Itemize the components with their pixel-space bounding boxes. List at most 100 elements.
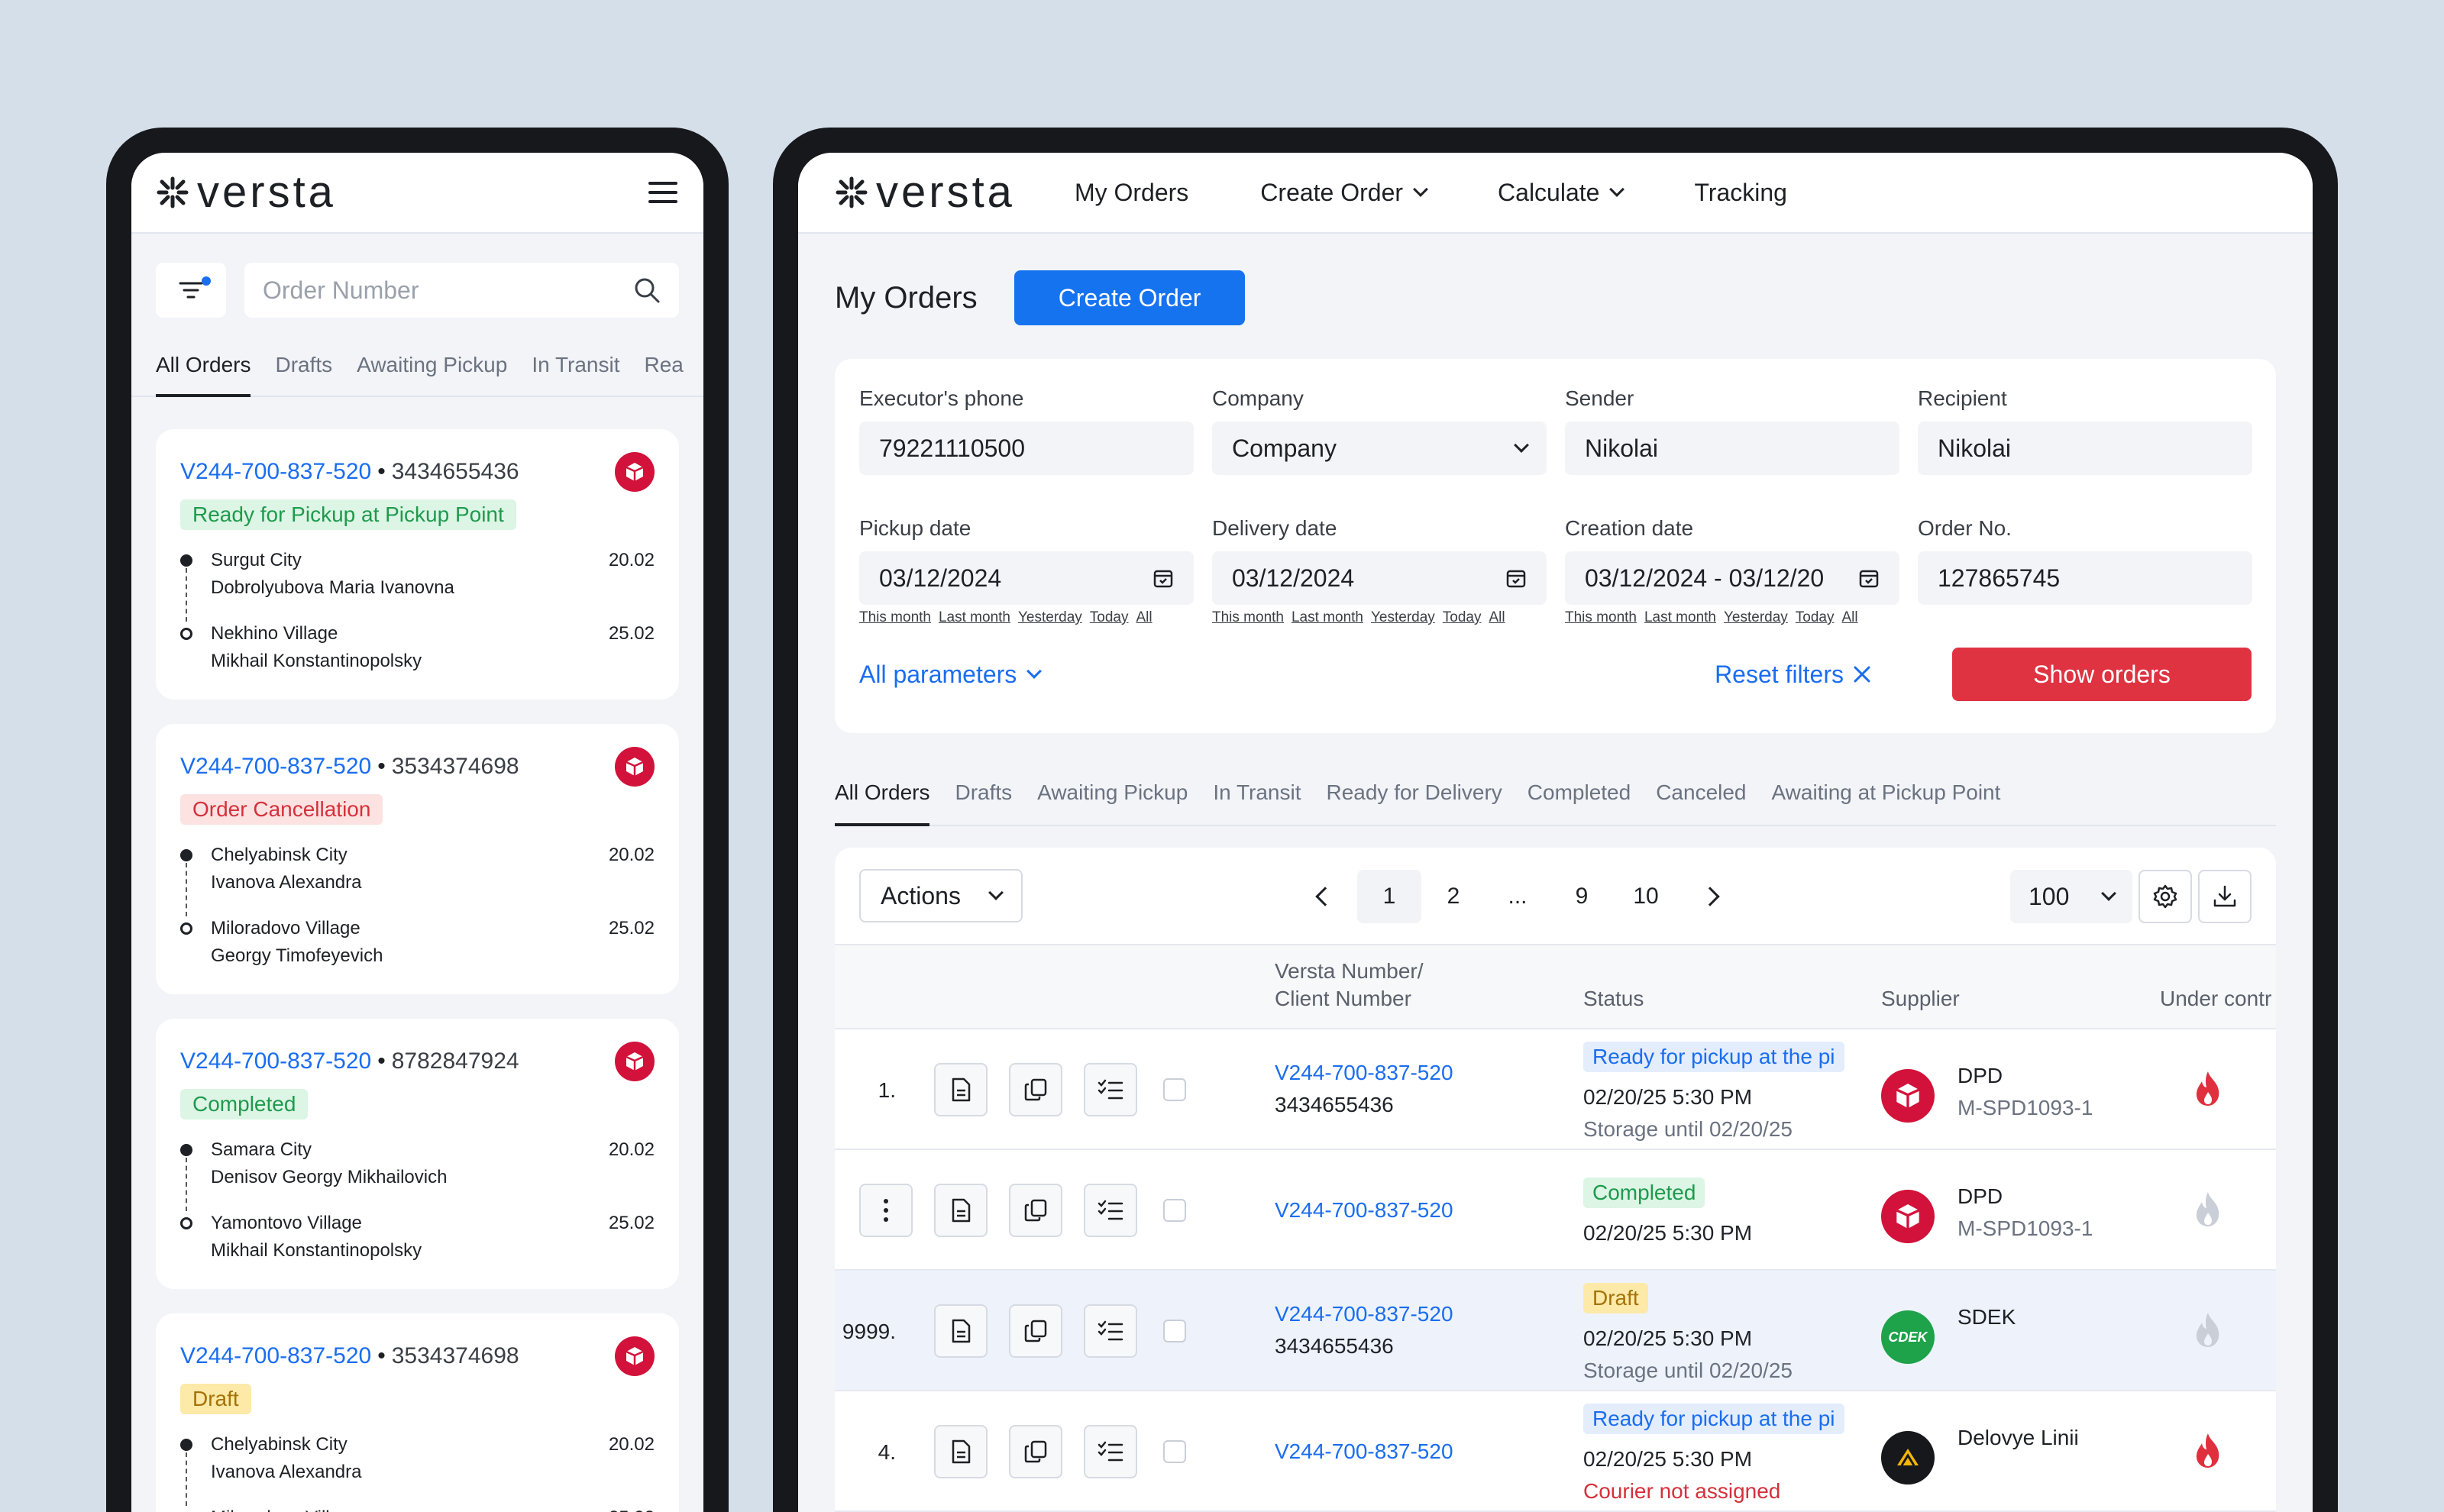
- actions-dropdown[interactable]: Actions: [859, 869, 1023, 922]
- quick-last-month[interactable]: Last month: [939, 609, 1010, 626]
- sender-input[interactable]: Nikolai: [1565, 422, 1899, 475]
- under-control-toggle[interactable]: [2191, 1310, 2225, 1354]
- create-order-button[interactable]: Create Order: [1013, 270, 1246, 325]
- quick-this-month[interactable]: This month: [1565, 609, 1637, 626]
- table-row[interactable]: V244-700-837-520 Completed 02/20/25 5:30 …: [835, 1150, 2276, 1271]
- quick-yesterday[interactable]: Yesterday: [1371, 609, 1435, 626]
- order-card[interactable]: V244-700-837-520 • 8782847924 Completed Sa…: [156, 1019, 679, 1289]
- more-options-button[interactable]: [859, 1184, 913, 1237]
- quick-all[interactable]: All: [1842, 609, 1858, 626]
- mobile-logo[interactable]: versta: [156, 170, 336, 215]
- order-number-link[interactable]: V244-700-837-520: [180, 1343, 371, 1368]
- order-number-link[interactable]: V244-700-837-520: [180, 1048, 371, 1074]
- mobile-tab-ready[interactable]: Rea: [644, 350, 683, 397]
- hamburger-menu-icon[interactable]: [648, 182, 677, 203]
- column-status[interactable]: Status: [1583, 985, 1644, 1013]
- row-checkbox[interactable]: [1163, 1320, 1186, 1342]
- tab-awaiting-at-pickup-point[interactable]: Awaiting at Pickup Point: [1772, 777, 2001, 826]
- nav-calculate[interactable]: Calculate: [1498, 179, 1625, 207]
- show-orders-button[interactable]: Show orders: [1952, 648, 2252, 701]
- checklist-button[interactable]: [1084, 1304, 1137, 1358]
- column-versta-number[interactable]: Versta Number/Client Number: [1275, 958, 1424, 1013]
- tab-completed[interactable]: Completed: [1528, 777, 1631, 826]
- copy-button[interactable]: [1009, 1304, 1062, 1358]
- per-page-select[interactable]: 100: [2010, 870, 2132, 923]
- copy-button[interactable]: [1009, 1184, 1062, 1237]
- order-number-link[interactable]: V244-700-837-520: [1275, 1298, 1453, 1330]
- row-checkbox[interactable]: [1163, 1078, 1186, 1101]
- next-page-button[interactable]: [1678, 870, 1742, 923]
- quick-today[interactable]: Today: [1443, 609, 1482, 626]
- quick-today[interactable]: Today: [1796, 609, 1835, 626]
- delivery-date-input[interactable]: 03/12/2024: [1212, 551, 1547, 605]
- order-number-link[interactable]: V244-700-837-520: [180, 459, 371, 484]
- mobile-tab-drafts[interactable]: Drafts: [275, 350, 332, 397]
- page-2[interactable]: 2: [1421, 870, 1485, 923]
- mobile-tab-awaiting-pickup[interactable]: Awaiting Pickup: [357, 350, 507, 397]
- copy-button[interactable]: [1009, 1063, 1062, 1116]
- tab-drafts[interactable]: Drafts: [955, 777, 1012, 826]
- calendar-icon[interactable]: [1152, 567, 1174, 589]
- quick-this-month[interactable]: This month: [859, 609, 931, 626]
- order-number-input[interactable]: [263, 276, 599, 305]
- page-10[interactable]: 10: [1614, 870, 1678, 923]
- reset-filters-button[interactable]: Reset filters: [1715, 661, 1873, 689]
- recipient-input[interactable]: Nikolai: [1918, 422, 2252, 475]
- all-parameters-toggle[interactable]: All parameters: [859, 661, 1043, 689]
- tab-in-transit[interactable]: In Transit: [1213, 777, 1301, 826]
- copy-button[interactable]: [1009, 1425, 1062, 1478]
- executor-phone-input[interactable]: 79221110500: [859, 422, 1194, 475]
- row-checkbox[interactable]: [1163, 1199, 1186, 1222]
- tab-all-orders[interactable]: All Orders: [835, 777, 930, 826]
- order-number-link[interactable]: V244-700-837-520: [1275, 1057, 1453, 1089]
- creation-date-input[interactable]: 03/12/2024 - 03/12/20: [1565, 551, 1899, 605]
- document-button[interactable]: [934, 1184, 988, 1237]
- calendar-icon[interactable]: [1505, 567, 1527, 589]
- desktop-logo[interactable]: versta: [835, 170, 1015, 215]
- order-card[interactable]: V244-700-837-520 • 3534374698 Draft Chelya…: [156, 1313, 679, 1512]
- document-button[interactable]: [934, 1304, 988, 1358]
- page-9[interactable]: 9: [1550, 870, 1614, 923]
- quick-last-month[interactable]: Last month: [1644, 609, 1716, 626]
- order-number-link[interactable]: V244-700-837-520: [1275, 1194, 1453, 1226]
- tab-ready-for-delivery[interactable]: Ready for Delivery: [1326, 777, 1502, 826]
- table-row[interactable]: 9999. V244-700-837-520 3434655436 Draft 02…: [835, 1271, 2276, 1391]
- order-card[interactable]: V244-700-837-520 • 3434655436 Ready for Pi…: [156, 429, 679, 699]
- under-control-toggle[interactable]: [2191, 1431, 2225, 1475]
- quick-all[interactable]: All: [1136, 609, 1152, 626]
- quick-yesterday[interactable]: Yesterday: [1724, 609, 1788, 626]
- document-button[interactable]: [934, 1063, 988, 1116]
- checklist-button[interactable]: [1084, 1063, 1137, 1116]
- table-row[interactable]: 4. V244-700-837-520 Ready for pickup at …: [835, 1391, 2276, 1512]
- table-row[interactable]: 1. V244-700-837-520 3434655436 Ready for …: [835, 1029, 2276, 1150]
- order-no-input[interactable]: 127865745: [1918, 551, 2252, 605]
- settings-button[interactable]: [2138, 870, 2192, 923]
- company-select[interactable]: Company: [1212, 422, 1547, 475]
- nav-my-orders[interactable]: My Orders: [1075, 179, 1188, 207]
- nav-tracking[interactable]: Tracking: [1694, 179, 1787, 207]
- prev-page-button[interactable]: [1293, 870, 1357, 923]
- download-button[interactable]: [2198, 870, 2252, 923]
- mobile-tab-in-transit[interactable]: In Transit: [532, 350, 619, 397]
- tab-canceled[interactable]: Canceled: [1656, 777, 1746, 826]
- checklist-button[interactable]: [1084, 1184, 1137, 1237]
- order-number-link[interactable]: V244-700-837-520: [180, 754, 371, 779]
- column-supplier[interactable]: Supplier: [1881, 985, 1960, 1013]
- quick-yesterday[interactable]: Yesterday: [1018, 609, 1082, 626]
- calendar-icon[interactable]: [1858, 567, 1880, 589]
- under-control-toggle[interactable]: [2191, 1069, 2225, 1113]
- document-button[interactable]: [934, 1425, 988, 1478]
- under-control-toggle[interactable]: [2191, 1190, 2225, 1233]
- quick-this-month[interactable]: This month: [1212, 609, 1284, 626]
- column-under-control[interactable]: Under contr: [2160, 985, 2271, 1013]
- page-1[interactable]: 1: [1357, 870, 1421, 923]
- order-number-link[interactable]: V244-700-837-520: [1275, 1436, 1453, 1468]
- quick-last-month[interactable]: Last month: [1292, 609, 1363, 626]
- mobile-tab-all-orders[interactable]: All Orders: [156, 350, 251, 397]
- quick-today[interactable]: Today: [1090, 609, 1129, 626]
- row-checkbox[interactable]: [1163, 1440, 1186, 1463]
- checklist-button[interactable]: [1084, 1425, 1137, 1478]
- tab-awaiting-pickup[interactable]: Awaiting Pickup: [1037, 777, 1188, 826]
- search-icon[interactable]: [633, 276, 661, 304]
- pickup-date-input[interactable]: 03/12/2024: [859, 551, 1194, 605]
